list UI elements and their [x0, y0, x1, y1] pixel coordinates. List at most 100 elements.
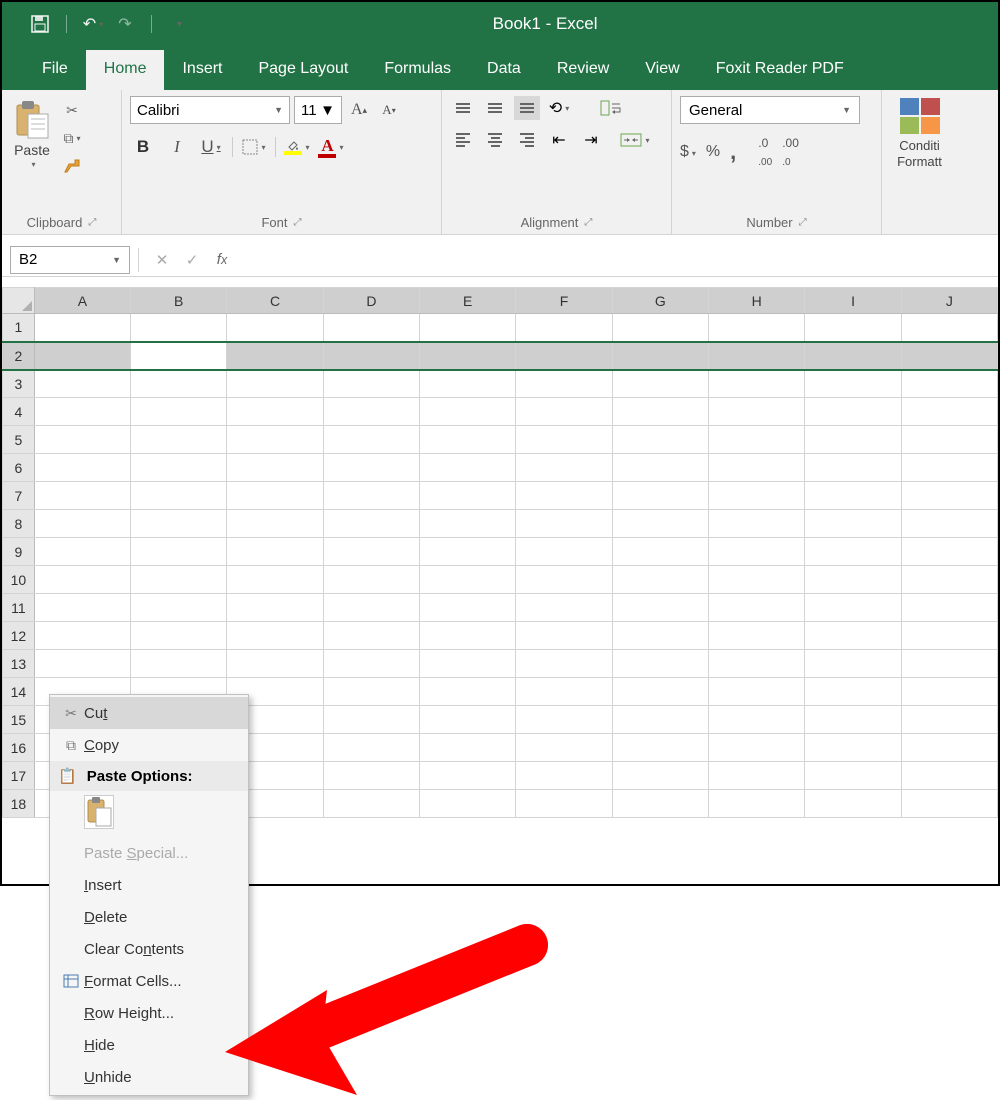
cell-G5[interactable] — [612, 426, 708, 454]
cell-G3[interactable] — [612, 370, 708, 398]
ctx-clear-contents[interactable]: Clear Contents — [50, 933, 248, 965]
cell-J1[interactable] — [901, 314, 997, 342]
cell-E4[interactable] — [420, 398, 516, 426]
cell-B2[interactable] — [131, 342, 227, 370]
orientation-icon[interactable]: ⟲▾ — [546, 96, 572, 120]
cell-B13[interactable] — [131, 650, 227, 678]
select-all-corner[interactable] — [3, 288, 35, 314]
cell-G1[interactable] — [612, 314, 708, 342]
cell-J17[interactable] — [901, 762, 997, 790]
cell-E1[interactable] — [420, 314, 516, 342]
cell-A3[interactable] — [34, 370, 130, 398]
cell-G10[interactable] — [612, 566, 708, 594]
cell-C4[interactable] — [227, 398, 323, 426]
cell-H11[interactable] — [709, 594, 805, 622]
cell-J5[interactable] — [901, 426, 997, 454]
cell-G13[interactable] — [612, 650, 708, 678]
clipboard-dialog-icon[interactable]: ⤢ — [88, 217, 96, 228]
ctx-unhide[interactable]: Unhide — [50, 1061, 248, 1093]
font-dialog-icon[interactable]: ⤢ — [294, 217, 302, 228]
cell-H7[interactable] — [709, 482, 805, 510]
save-icon[interactable] — [30, 14, 50, 34]
bold-button[interactable]: B — [130, 134, 156, 160]
cell-I9[interactable] — [805, 538, 901, 566]
cell-A4[interactable] — [34, 398, 130, 426]
row-header-18[interactable]: 18 — [3, 790, 35, 818]
cell-C5[interactable] — [227, 426, 323, 454]
redo-icon[interactable]: ↷ — [115, 14, 135, 34]
cell-J8[interactable] — [901, 510, 997, 538]
cell-F8[interactable] — [516, 510, 612, 538]
cell-G14[interactable] — [612, 678, 708, 706]
cell-D9[interactable] — [323, 538, 419, 566]
ctx-cut[interactable]: ✂Cut — [50, 697, 248, 729]
cell-D14[interactable] — [323, 678, 419, 706]
cell-F10[interactable] — [516, 566, 612, 594]
format-painter-icon[interactable] — [60, 156, 84, 176]
cell-C7[interactable] — [227, 482, 323, 510]
tab-data[interactable]: Data — [469, 50, 539, 90]
row-header-9[interactable]: 9 — [3, 538, 35, 566]
cell-D11[interactable] — [323, 594, 419, 622]
align-right-icon[interactable] — [514, 128, 540, 152]
col-header-E[interactable]: E — [420, 288, 516, 314]
cell-I18[interactable] — [805, 790, 901, 818]
cell-E12[interactable] — [420, 622, 516, 650]
row-header-2[interactable]: 2 — [3, 342, 35, 370]
comma-format-icon[interactable]: , — [730, 139, 736, 165]
cell-H13[interactable] — [709, 650, 805, 678]
cell-H17[interactable] — [709, 762, 805, 790]
cell-E9[interactable] — [420, 538, 516, 566]
cell-C3[interactable] — [227, 370, 323, 398]
row-header-11[interactable]: 11 — [3, 594, 35, 622]
align-top-icon[interactable] — [450, 96, 476, 120]
cut-icon[interactable]: ✂ — [60, 100, 84, 120]
cell-C2[interactable] — [227, 342, 323, 370]
font-color-button[interactable]: A▾ — [318, 134, 344, 160]
cell-C11[interactable] — [227, 594, 323, 622]
insert-function-icon[interactable]: fx — [207, 251, 237, 268]
cell-A9[interactable] — [34, 538, 130, 566]
ctx-format-cells[interactable]: Format Cells... — [50, 965, 248, 997]
align-middle-icon[interactable] — [482, 96, 508, 120]
cell-D10[interactable] — [323, 566, 419, 594]
cell-B4[interactable] — [131, 398, 227, 426]
formula-input[interactable] — [237, 246, 998, 274]
ctx-copy[interactable]: ⧉Copy — [50, 729, 248, 761]
cell-F15[interactable] — [516, 706, 612, 734]
cell-A10[interactable] — [34, 566, 130, 594]
cell-D5[interactable] — [323, 426, 419, 454]
increase-font-icon[interactable]: A▴ — [346, 97, 372, 123]
cell-F12[interactable] — [516, 622, 612, 650]
cell-E11[interactable] — [420, 594, 516, 622]
increase-decimal-icon[interactable]: .0.00 — [758, 134, 772, 170]
cell-C6[interactable] — [227, 454, 323, 482]
cell-G7[interactable] — [612, 482, 708, 510]
align-left-icon[interactable] — [450, 128, 476, 152]
cell-J18[interactable] — [901, 790, 997, 818]
decrease-font-icon[interactable]: A▾ — [376, 97, 402, 123]
cell-F14[interactable] — [516, 678, 612, 706]
cell-A11[interactable] — [34, 594, 130, 622]
italic-button[interactable]: I — [164, 134, 190, 160]
paste-option-icon[interactable] — [84, 795, 114, 829]
cell-E13[interactable] — [420, 650, 516, 678]
cell-H2[interactable] — [709, 342, 805, 370]
cell-J10[interactable] — [901, 566, 997, 594]
cell-D4[interactable] — [323, 398, 419, 426]
cell-J4[interactable] — [901, 398, 997, 426]
fill-color-button[interactable]: ▾ — [284, 134, 310, 160]
cell-J16[interactable] — [901, 734, 997, 762]
row-header-7[interactable]: 7 — [3, 482, 35, 510]
cell-A12[interactable] — [34, 622, 130, 650]
cell-E2[interactable] — [420, 342, 516, 370]
cell-F9[interactable] — [516, 538, 612, 566]
cell-H9[interactable] — [709, 538, 805, 566]
cell-C12[interactable] — [227, 622, 323, 650]
cell-J9[interactable] — [901, 538, 997, 566]
col-header-D[interactable]: D — [323, 288, 419, 314]
cell-J14[interactable] — [901, 678, 997, 706]
name-box[interactable]: B2▼ — [10, 246, 130, 274]
align-bottom-icon[interactable] — [514, 96, 540, 120]
row-header-6[interactable]: 6 — [3, 454, 35, 482]
